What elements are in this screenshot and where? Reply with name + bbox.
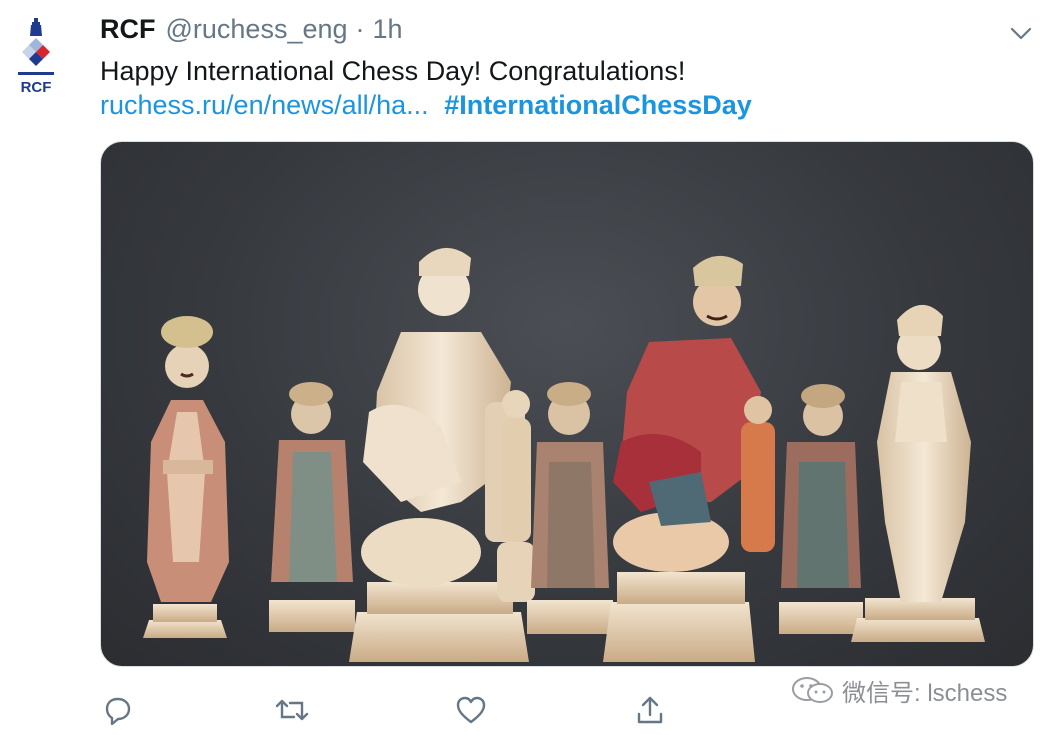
tweet-links: ruchess.ru/en/news/all/ha... #Internatio… bbox=[100, 88, 752, 122]
news-link[interactable]: ruchess.ru/en/news/all/ha... bbox=[100, 90, 429, 120]
more-options-button[interactable] bbox=[1006, 18, 1036, 48]
tweet-header: RCF @ruchess_eng · 1h bbox=[100, 14, 403, 50]
separator-dot: · bbox=[355, 14, 365, 44]
wechat-watermark: 微信号: lschess bbox=[790, 672, 1007, 708]
like-button[interactable] bbox=[453, 692, 489, 728]
reply-icon bbox=[105, 697, 131, 726]
share-button[interactable] bbox=[632, 692, 668, 728]
timestamp[interactable]: 1h bbox=[373, 14, 403, 45]
tweet-text: Happy International Chess Day! Congratul… bbox=[100, 56, 686, 86]
retweet-icon bbox=[275, 699, 309, 721]
chess-piece-soldier-left bbox=[269, 382, 355, 632]
tweet-photo[interactable] bbox=[100, 141, 1034, 667]
hashtag-link[interactable]: #InternationalChessDay bbox=[444, 90, 752, 120]
avatar[interactable]: RCF bbox=[12, 14, 64, 106]
user-handle[interactable]: @ruchess_eng bbox=[166, 14, 348, 45]
chess-piece-warrior-right bbox=[851, 304, 985, 642]
chevron-down-icon bbox=[1010, 27, 1032, 40]
chess-piece-soldier-right bbox=[779, 384, 863, 634]
rcf-logo-icon: RCF bbox=[18, 18, 54, 96]
like-icon bbox=[456, 696, 486, 724]
avatar-text: RCF bbox=[21, 79, 52, 96]
chess-piece-soldier-middle bbox=[527, 382, 613, 634]
chess-piece-pawn-left bbox=[143, 316, 229, 638]
share-icon bbox=[637, 696, 663, 724]
retweet-button[interactable] bbox=[274, 692, 310, 728]
reply-button[interactable] bbox=[99, 692, 135, 728]
chess-piece-king-red bbox=[603, 255, 761, 662]
watermark-text: 微信号: lschess bbox=[842, 679, 1008, 707]
wechat-icon bbox=[792, 677, 833, 703]
display-name[interactable]: RCF bbox=[100, 14, 156, 45]
chess-pieces-photo bbox=[143, 247, 985, 662]
